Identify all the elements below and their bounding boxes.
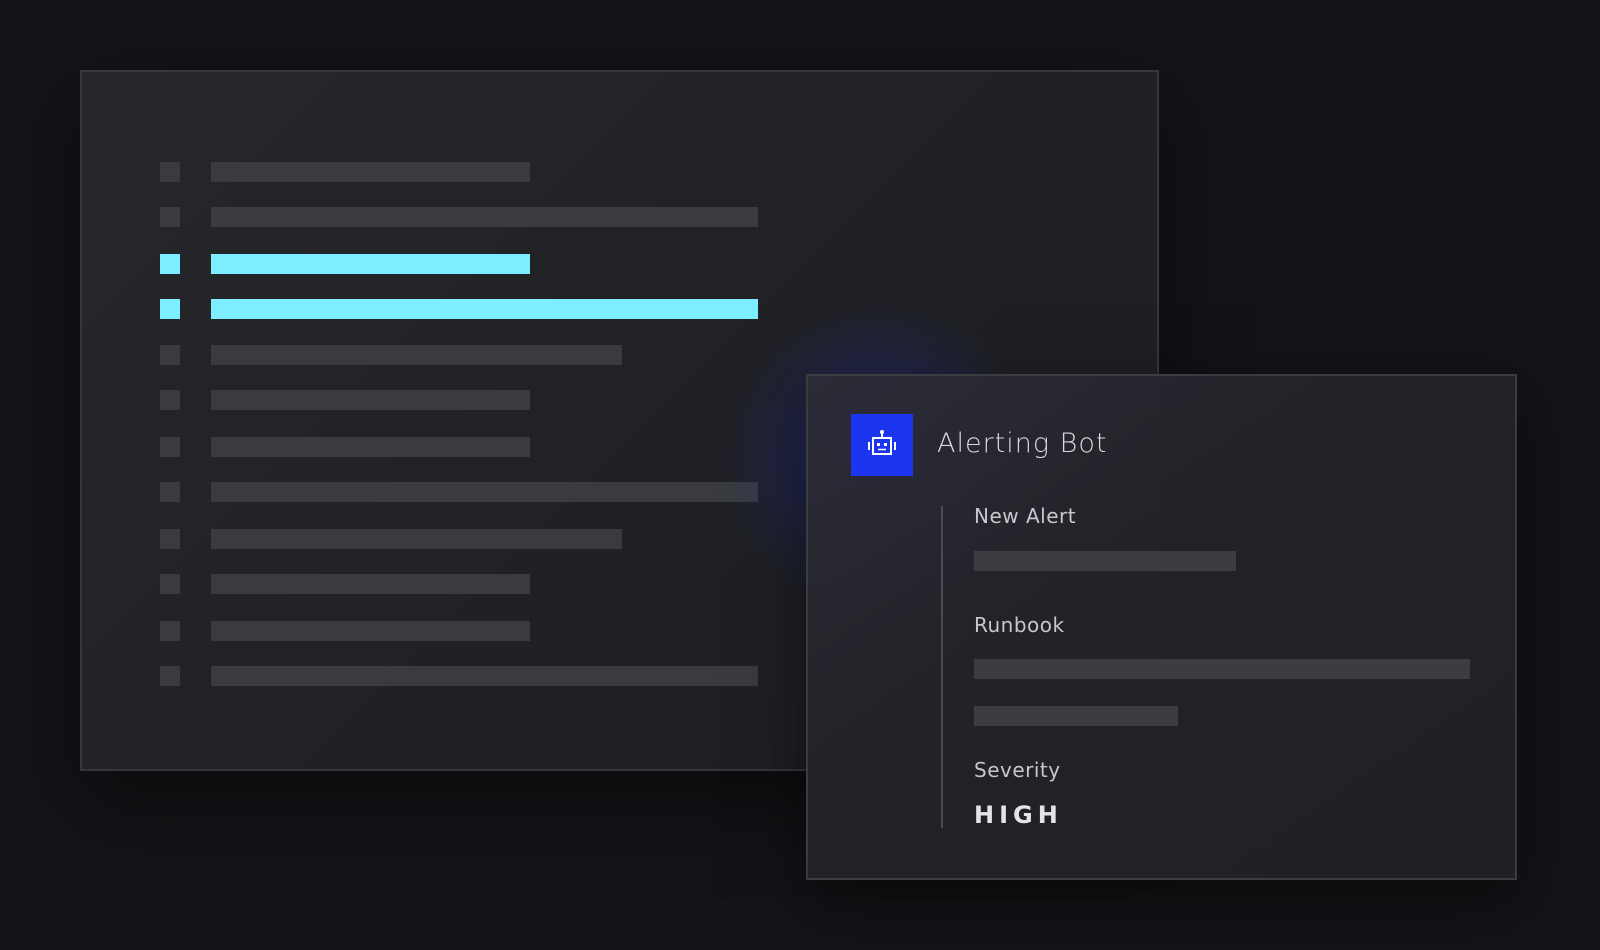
row-text-placeholder bbox=[211, 254, 530, 274]
row-text-placeholder bbox=[211, 574, 530, 594]
row-marker bbox=[160, 666, 180, 686]
runbook-link-placeholder[interactable] bbox=[974, 659, 1470, 679]
row-text-placeholder bbox=[211, 482, 758, 502]
bot-avatar bbox=[851, 414, 913, 476]
row-text-placeholder bbox=[211, 299, 758, 319]
row-marker bbox=[160, 482, 180, 502]
alert-message-card: Alerting Bot New Alert Runbook Severity … bbox=[806, 374, 1517, 880]
new-alert-text-placeholder bbox=[974, 551, 1236, 571]
row-text-placeholder bbox=[211, 666, 758, 686]
row-marker bbox=[160, 574, 180, 594]
severity-label: Severity bbox=[974, 758, 1061, 782]
row-text-placeholder bbox=[211, 390, 530, 410]
severity-value: HIGH bbox=[974, 801, 1063, 829]
thread-divider bbox=[941, 506, 943, 828]
row-marker bbox=[160, 529, 180, 549]
row-marker bbox=[160, 345, 180, 365]
row-text-placeholder bbox=[211, 621, 530, 641]
runbook-link-placeholder[interactable] bbox=[974, 706, 1178, 726]
row-text-placeholder bbox=[211, 345, 622, 365]
row-text-placeholder bbox=[211, 162, 530, 182]
new-alert-label: New Alert bbox=[974, 504, 1077, 528]
row-text-placeholder bbox=[211, 529, 622, 549]
row-marker bbox=[160, 390, 180, 410]
row-marker bbox=[160, 437, 180, 457]
row-text-placeholder bbox=[211, 207, 758, 227]
row-marker bbox=[160, 162, 180, 182]
runbook-label: Runbook bbox=[974, 613, 1065, 637]
row-marker bbox=[160, 299, 180, 319]
row-marker bbox=[160, 621, 180, 641]
row-marker bbox=[160, 207, 180, 227]
row-marker bbox=[160, 254, 180, 274]
robot-icon bbox=[868, 430, 896, 455]
bot-name: Alerting Bot bbox=[937, 428, 1108, 459]
row-text-placeholder bbox=[211, 437, 530, 457]
